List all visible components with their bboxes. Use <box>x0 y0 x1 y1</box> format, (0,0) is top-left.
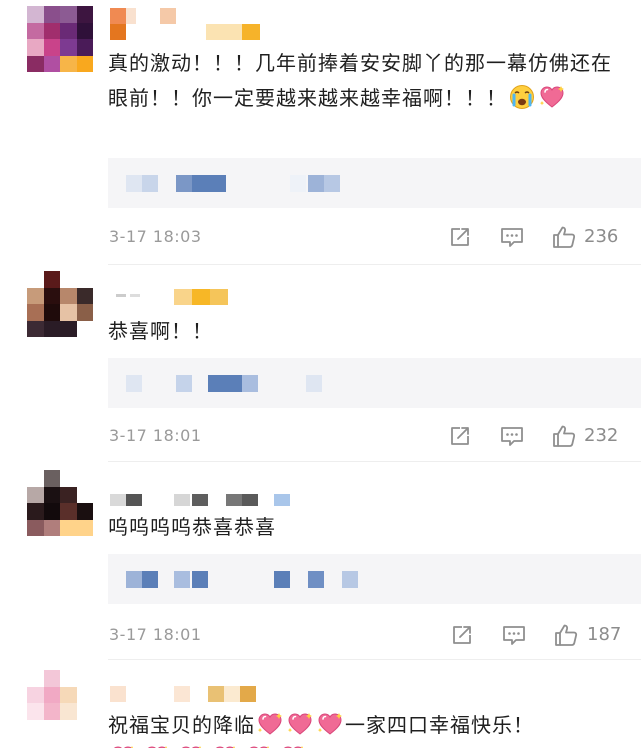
like-icon[interactable] <box>551 224 577 250</box>
sparkling-heart-icon <box>317 711 343 737</box>
sparkling-heart-icon <box>110 744 136 748</box>
comment-date: 3-17 18:03 <box>109 227 202 246</box>
sparkling-heart-icon <box>280 744 306 748</box>
comment-text: 祝福宝贝的降临 一家四口幸福快乐！ <box>108 711 534 737</box>
comment-meta: 3-17 18:01 232 <box>108 421 641 451</box>
comment-meta: 3-17 18:01 187 <box>108 620 641 650</box>
like-icon[interactable] <box>551 423 577 449</box>
avatar[interactable] <box>27 6 93 72</box>
reply-icon[interactable] <box>499 423 525 449</box>
username[interactable] <box>108 271 328 305</box>
username[interactable] <box>108 6 328 40</box>
like-count: 187 <box>587 624 622 645</box>
sparkling-heart-icon <box>539 84 565 110</box>
sparkling-heart-icon <box>144 744 170 748</box>
comment-text: 恭喜啊！！ <box>108 319 213 343</box>
crying-face-icon <box>509 84 535 110</box>
comment-item: 祝福宝贝的降临 一家四口幸福快乐！ <box>0 660 641 748</box>
like-icon[interactable] <box>553 622 579 648</box>
reply-preview[interactable] <box>108 358 641 408</box>
comment-text: 真的激动！！！几年前捧着安安脚丫的那一幕仿佛还在眼前！！你一定要越来越来越幸福啊… <box>108 51 612 110</box>
avatar[interactable] <box>27 271 93 337</box>
sparkling-heart-icon <box>246 744 272 748</box>
avatar[interactable] <box>27 670 93 736</box>
comment-item: 呜呜呜呜恭喜恭喜 3-17 18:01 187 <box>0 462 641 660</box>
username[interactable] <box>108 674 328 708</box>
reply-preview[interactable] <box>108 554 641 604</box>
comment-date: 3-17 18:01 <box>109 426 202 445</box>
emoji-row-partial <box>108 744 308 748</box>
sparkling-heart-icon <box>212 744 238 748</box>
sparkling-heart-icon <box>287 711 313 737</box>
sparkling-heart-icon <box>178 744 204 748</box>
share-icon[interactable] <box>447 224 473 250</box>
reply-icon[interactable] <box>501 622 527 648</box>
username[interactable] <box>108 468 328 506</box>
like-count: 232 <box>584 425 619 446</box>
share-icon[interactable] <box>447 423 473 449</box>
comment-date: 3-17 18:01 <box>109 625 202 644</box>
comment-text: 呜呜呜呜恭喜恭喜 <box>108 515 276 539</box>
comment-meta: 3-17 18:03 236 <box>108 222 641 252</box>
avatar[interactable] <box>27 470 93 536</box>
share-icon[interactable] <box>449 622 475 648</box>
comment-item: 恭喜啊！！ 3-17 18:01 232 <box>0 265 641 462</box>
comment-item: 真的激动！！！几年前捧着安安脚丫的那一幕仿佛还在眼前！！你一定要越来越来越幸福啊… <box>0 0 641 265</box>
sparkling-heart-icon <box>257 711 283 737</box>
reply-preview[interactable] <box>108 158 641 208</box>
like-count: 236 <box>584 226 619 247</box>
reply-icon[interactable] <box>499 224 525 250</box>
